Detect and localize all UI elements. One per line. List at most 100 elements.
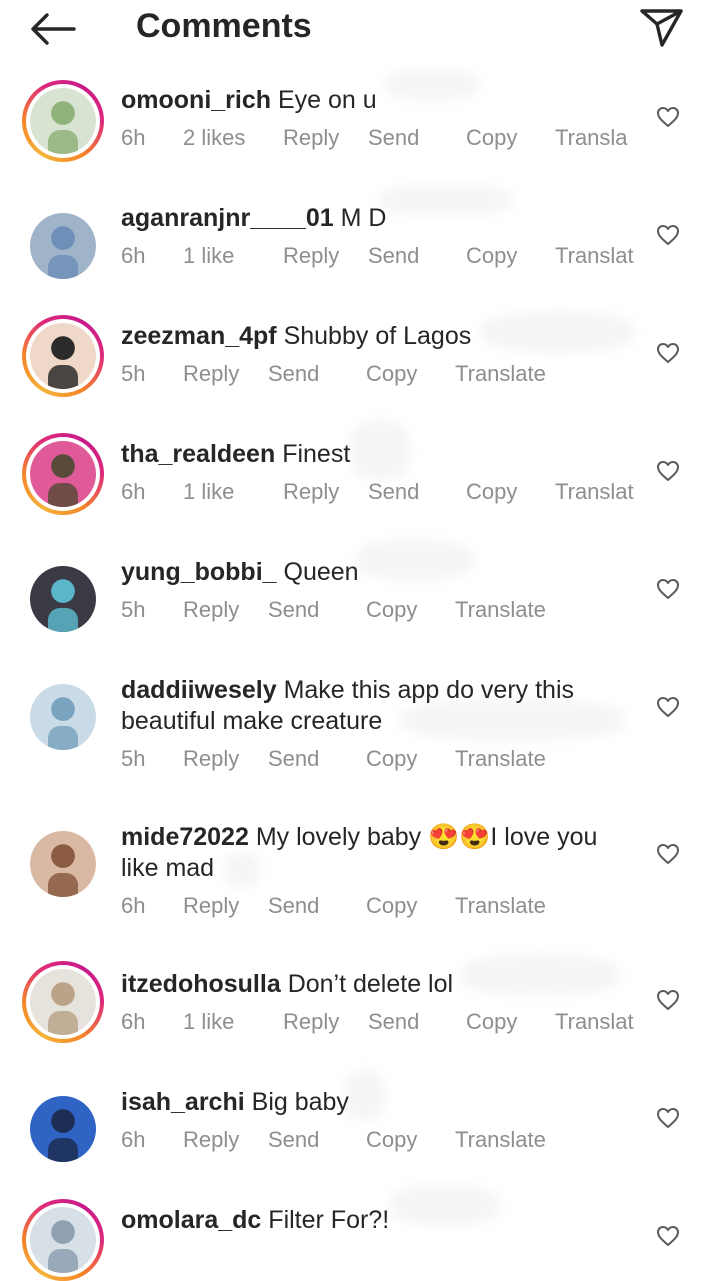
avatar-frame — [30, 684, 96, 750]
comment-body: M D — [340, 204, 387, 232]
avatar-figure — [48, 726, 78, 750]
translate-button[interactable]: Translat — [555, 479, 634, 505]
avatar-frame — [30, 831, 96, 897]
send-button[interactable]: Send — [268, 893, 319, 919]
reply-button[interactable]: Reply — [283, 125, 339, 151]
reply-button[interactable]: Reply — [183, 597, 239, 623]
avatar-photo — [30, 441, 96, 507]
likes-count[interactable]: 1 like — [183, 1009, 234, 1035]
comment-username[interactable]: omolara_dc — [121, 1206, 261, 1234]
avatar[interactable] — [22, 676, 104, 758]
comment-body: Finest — [282, 440, 351, 468]
avatar-frame — [30, 213, 96, 279]
comment-text: mide72022 My lovely baby 😍😍I love you li… — [121, 822, 616, 884]
avatar-story-ring[interactable] — [22, 1199, 104, 1281]
reply-button[interactable]: Reply — [183, 746, 239, 772]
copy-button[interactable]: Copy — [366, 746, 417, 772]
avatar-figure — [48, 1249, 78, 1273]
avatar[interactable] — [22, 1088, 104, 1170]
likes-count[interactable]: 1 like — [183, 243, 234, 269]
reply-button[interactable]: Reply — [283, 1009, 339, 1035]
send-button[interactable]: Send — [368, 125, 419, 151]
avatar-photo — [30, 213, 96, 279]
reply-button[interactable]: Reply — [183, 893, 239, 919]
comment-username[interactable]: isah_archi — [121, 1088, 245, 1116]
comment-timestamp: 6h — [121, 1009, 146, 1034]
comment-text: omolara_dc Filter For?! — [121, 1205, 631, 1236]
avatar[interactable] — [22, 558, 104, 640]
copy-button[interactable]: Copy — [366, 893, 417, 919]
copy-button[interactable]: Copy — [466, 125, 517, 151]
comment-text: tha_realdeen Finest — [121, 439, 631, 470]
likes-count[interactable]: 1 like — [183, 479, 234, 505]
avatar-frame — [26, 1203, 100, 1277]
translate-button[interactable]: Translate — [455, 1127, 546, 1153]
avatar-photo — [30, 566, 96, 632]
send-button[interactable]: Send — [368, 1009, 419, 1035]
comment-timestamp: 5h — [121, 746, 146, 771]
heart-icon[interactable] — [656, 224, 680, 246]
heart-icon[interactable] — [656, 1107, 680, 1129]
avatar-story-ring[interactable] — [22, 433, 104, 515]
reply-button[interactable]: Reply — [283, 243, 339, 269]
heart-icon[interactable] — [656, 106, 680, 128]
reply-button[interactable]: Reply — [183, 361, 239, 387]
heart-icon[interactable] — [656, 696, 680, 718]
send-button[interactable]: Send — [368, 243, 419, 269]
translate-button[interactable]: Translate — [455, 893, 546, 919]
avatar-frame — [26, 84, 100, 158]
send-button[interactable]: Send — [368, 479, 419, 505]
likes-count[interactable]: 2 likes — [183, 125, 245, 151]
copy-button[interactable]: Copy — [466, 243, 517, 269]
comment-timestamp: 5h — [121, 597, 146, 622]
translate-button[interactable]: Translat — [555, 243, 634, 269]
heart-icon[interactable] — [656, 989, 680, 1011]
comment-username[interactable]: itzedohosulla — [121, 970, 281, 998]
heart-icon[interactable] — [656, 342, 680, 364]
heart-icon[interactable] — [656, 1225, 680, 1247]
comment-timestamp: 6h — [121, 243, 146, 268]
heart-icon[interactable] — [656, 843, 680, 865]
copy-button[interactable]: Copy — [466, 479, 517, 505]
comment-text: isah_archi Big baby — [121, 1087, 631, 1118]
translate-button[interactable]: Translate — [455, 361, 546, 387]
send-button[interactable]: Send — [268, 361, 319, 387]
comment-username[interactable]: zeezman_4pf — [121, 322, 277, 350]
comment-username[interactable]: daddiiwesely — [121, 676, 277, 704]
avatar[interactable] — [22, 205, 104, 287]
translate-button[interactable]: Translate — [455, 597, 546, 623]
copy-button[interactable]: Copy — [466, 1009, 517, 1035]
send-button[interactable]: Send — [268, 597, 319, 623]
translate-button[interactable]: Translate — [455, 746, 546, 772]
reply-button[interactable]: Reply — [183, 1127, 239, 1153]
comment-body: Filter For?! — [268, 1206, 390, 1234]
heart-icon[interactable] — [656, 578, 680, 600]
send-button[interactable]: Send — [268, 746, 319, 772]
avatar[interactable] — [22, 823, 104, 905]
copy-button[interactable]: Copy — [366, 1127, 417, 1153]
avatar-photo — [30, 831, 96, 897]
reply-button[interactable]: Reply — [283, 479, 339, 505]
avatar-frame — [26, 965, 100, 1039]
comment-username[interactable]: omooni_rich — [121, 86, 271, 114]
avatar-story-ring[interactable] — [22, 80, 104, 162]
avatar-frame — [30, 566, 96, 632]
comment-username[interactable]: aganranjnr____01 — [121, 204, 334, 232]
arrow-left-icon[interactable] — [30, 12, 76, 46]
avatar-story-ring[interactable] — [22, 961, 104, 1043]
translate-button[interactable]: Transla — [555, 125, 628, 151]
copy-button[interactable]: Copy — [366, 361, 417, 387]
comments-header: Comments — [0, 0, 720, 60]
comment-username[interactable]: tha_realdeen — [121, 440, 275, 468]
heart-icon[interactable] — [656, 460, 680, 482]
comment-username[interactable]: yung_bobbi_ — [121, 558, 277, 586]
comment-timestamp: 6h — [121, 1127, 146, 1152]
paper-plane-icon[interactable] — [638, 6, 684, 48]
avatar-figure — [48, 1138, 78, 1162]
send-button[interactable]: Send — [268, 1127, 319, 1153]
avatar-frame — [26, 319, 100, 393]
translate-button[interactable]: Translat — [555, 1009, 634, 1035]
copy-button[interactable]: Copy — [366, 597, 417, 623]
avatar-story-ring[interactable] — [22, 315, 104, 397]
comment-username[interactable]: mide72022 — [121, 823, 249, 851]
